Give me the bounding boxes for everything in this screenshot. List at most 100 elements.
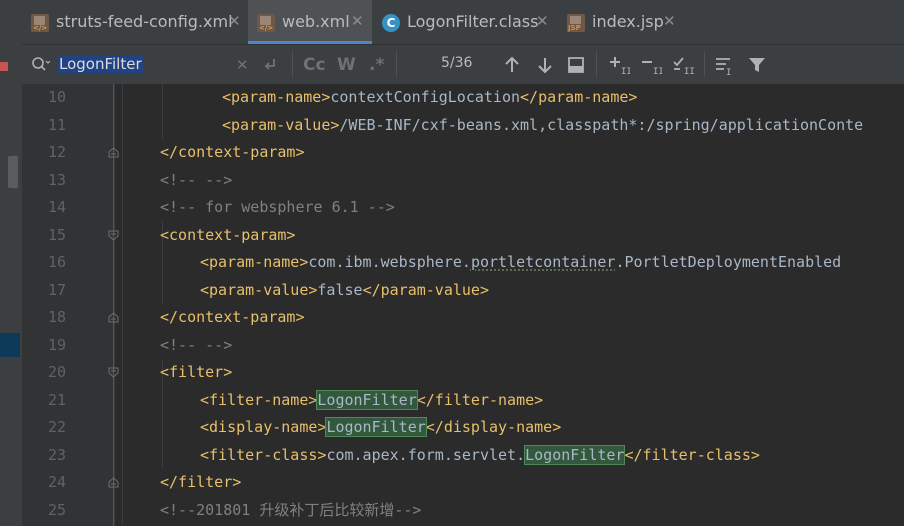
code-line[interactable]: <!--201801 升级补丁后比较新增-->: [160, 497, 421, 524]
code-line[interactable]: <param-value>/WEB-INF/cxf-beans.xml,clas…: [222, 112, 863, 139]
clear-icon[interactable]: ✕: [236, 54, 249, 76]
code-line[interactable]: <!-- for websphere 6.1 -->: [160, 194, 395, 221]
selected-item-marker: [0, 333, 20, 357]
code-line[interactable]: <filter-class>com.apex.form.servlet.Logo…: [200, 442, 760, 469]
code-line[interactable]: <param-name>com.ibm.websphere.portletcon…: [200, 249, 841, 276]
line-number: 16: [47, 253, 66, 271]
filter-icon[interactable]: [746, 54, 768, 76]
svg-text:II: II: [653, 67, 662, 76]
tab-index-jsp[interactable]: JSP index.jsp ✕: [558, 0, 688, 44]
tab-logonfilter-class[interactable]: C LogonFilter.class ✕: [373, 0, 557, 44]
select-all-icon[interactable]: II: [672, 54, 694, 76]
search-match-highlight: LogonFilter: [325, 417, 427, 437]
fold-collapse-icon[interactable]: [108, 367, 119, 378]
code-line[interactable]: <!-- -->: [160, 332, 232, 359]
editor-tab-bar: </> struts-feed-config.xml ✕ </> web.xml…: [0, 0, 904, 45]
separator: [396, 51, 397, 77]
code-line[interactable]: </context-param>: [160, 139, 305, 166]
code-line[interactable]: </context-param>: [160, 304, 305, 331]
find-bar: LogonFilter ✕ Cc W .* 5/36 II II II I: [22, 45, 904, 85]
xml-file-icon: </>: [31, 14, 49, 32]
search-input[interactable]: LogonFilter: [58, 53, 143, 75]
xml-comment: <!--201801 升级补丁后比较新增-->: [160, 500, 422, 519]
xml-text: PortletDeploymentEnabled: [624, 253, 842, 271]
whole-words-button[interactable]: W: [337, 54, 356, 76]
line-number: 22: [47, 418, 66, 436]
xml-text: portletcontainer: [470, 253, 616, 271]
tab-web-xml[interactable]: </> web.xml ✕: [248, 0, 372, 44]
error-marker: [0, 62, 8, 71]
match-case-button[interactable]: Cc: [303, 54, 326, 76]
arrow-down-icon[interactable]: [534, 54, 556, 76]
svg-text:II: II: [621, 67, 630, 76]
tool-window-strip: [0, 44, 23, 526]
select-all-occurrences-icon[interactable]: [565, 54, 587, 76]
search-icon[interactable]: [30, 54, 50, 74]
svg-text:I: I: [726, 68, 731, 76]
multiline-icon[interactable]: I: [714, 54, 736, 76]
separator: [596, 51, 597, 77]
xml-comment: <!-- -->: [160, 170, 233, 189]
xml-tag: <param-name>: [222, 88, 331, 106]
arrow-up-icon[interactable]: [501, 54, 523, 76]
code-line[interactable]: <filter-name>LogonFilter</filter-name>: [200, 387, 543, 414]
xml-tag: </param-value>: [362, 280, 489, 299]
xml-tag: </context-param>: [160, 308, 305, 326]
regex-button[interactable]: .*: [369, 54, 384, 76]
fold-end-icon[interactable]: [108, 147, 119, 158]
search-query: LogonFilter: [58, 55, 143, 73]
tab-struts-feed-config[interactable]: </> struts-feed-config.xml ✕: [22, 0, 247, 44]
line-number: 12: [47, 143, 66, 161]
code-line[interactable]: <display-name>LogonFilter</display-name>: [200, 414, 561, 441]
close-icon[interactable]: ✕: [351, 12, 364, 30]
xml-tag: </param-name>: [520, 88, 638, 106]
code-editor[interactable]: 10 11 12 13 14 15 16 17 18 19 20 21 22 23 24 25 <param-…: [22, 84, 904, 526]
xml-text: false: [317, 280, 363, 299]
code-line[interactable]: </filter>: [160, 469, 241, 496]
xml-tag: <param-value>: [200, 280, 318, 299]
line-number: 11: [47, 115, 66, 134]
line-number: 14: [47, 198, 66, 216]
close-icon[interactable]: ✕: [663, 12, 676, 30]
code-line[interactable]: <context-param>: [160, 222, 295, 249]
fold-end-icon[interactable]: [108, 312, 119, 323]
line-number: 25: [47, 500, 66, 519]
indent-guide: [122, 84, 123, 524]
xml-tag: <param-value>: [222, 115, 340, 134]
code-line[interactable]: <filter>: [160, 359, 232, 386]
match-count: 5/36: [441, 55, 473, 71]
separator: [704, 51, 705, 77]
line-number: 21: [47, 390, 66, 409]
jsp-file-icon: JSP: [567, 14, 585, 32]
xml-tag: <filter>: [160, 363, 233, 381]
svg-text:II: II: [684, 67, 694, 76]
xml-tag: <context-param>: [160, 225, 296, 244]
close-icon[interactable]: ✕: [228, 12, 241, 30]
fold-end-icon[interactable]: [108, 477, 119, 488]
tab-label: struts-feed-config.xml: [56, 12, 233, 31]
line-number: 13: [47, 170, 66, 189]
remove-occurrence-icon[interactable]: II: [640, 54, 662, 76]
scrollbar-thumb[interactable]: [8, 156, 18, 188]
line-number: 19: [47, 335, 66, 354]
line-number-gutter: 10 11 12 13 14 15 16 17 18 19 20 21 22 23 24 25: [22, 84, 115, 526]
separator: [292, 51, 293, 77]
xml-text: /WEB-INF/cxf-beans.xml,classpath*:/sprin…: [339, 115, 864, 134]
tab-label: LogonFilter.class: [407, 12, 539, 31]
search-match-highlight: LogonFilter: [316, 389, 418, 410]
line-number: 20: [47, 363, 66, 381]
new-line-icon[interactable]: [260, 54, 282, 76]
xml-tag: </filter>: [160, 473, 242, 491]
xml-tag: </filter-class>: [624, 445, 760, 464]
code-line[interactable]: <param-value>false</param-value>: [200, 277, 489, 304]
code-line[interactable]: <param-name>contextConfigLocation</param…: [222, 84, 637, 111]
xml-tag: <display-name>: [200, 418, 327, 436]
xml-text: com.apex.form.servlet.: [326, 445, 526, 464]
code-line[interactable]: <!-- -->: [160, 167, 232, 194]
fold-collapse-icon[interactable]: [108, 230, 119, 241]
tab-label: index.jsp: [592, 12, 664, 31]
xml-comment: <!-- for websphere 6.1 -->: [160, 198, 395, 216]
close-icon[interactable]: ✕: [536, 12, 549, 30]
add-occurrence-icon[interactable]: II: [608, 54, 630, 76]
xml-text: contextConfigLocation: [330, 88, 521, 106]
